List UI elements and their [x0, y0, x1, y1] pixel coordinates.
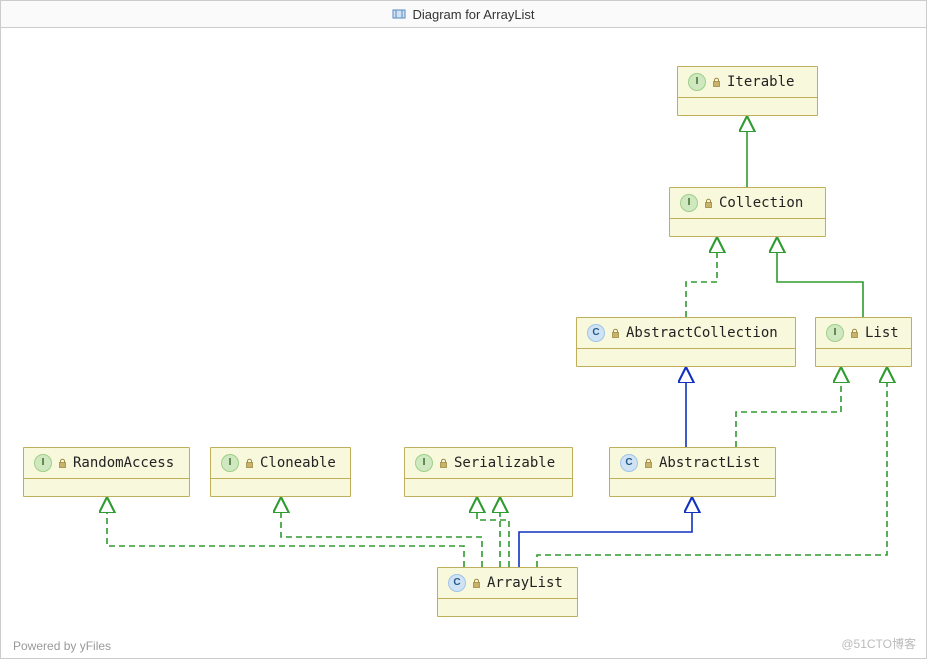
node-label: Cloneable [260, 455, 336, 471]
node-abstractList[interactable]: C AbstractList [609, 447, 776, 497]
node-iterable[interactable]: I Iterable [677, 66, 818, 116]
node-serializable[interactable]: I Serializable [404, 447, 573, 497]
node-list[interactable]: I List [815, 317, 912, 367]
edge-abstractCollection-collection [686, 237, 717, 317]
lock-icon [712, 77, 721, 88]
lock-icon [704, 198, 713, 209]
interface-badge-icon: I [415, 454, 433, 472]
footer-text: Powered by yFiles [13, 639, 111, 653]
edge-abstractList-list [736, 367, 841, 447]
node-collection[interactable]: I Collection [669, 187, 826, 237]
lock-icon [611, 328, 620, 339]
interface-badge-icon: I [221, 454, 239, 472]
edge-arrayList-abstractList [519, 497, 692, 567]
node-label: Collection [719, 195, 803, 211]
node-label: List [865, 325, 899, 341]
node-arrayList[interactable]: C ArrayList [437, 567, 578, 617]
node-label: AbstractList [659, 455, 760, 471]
lock-icon [58, 458, 67, 469]
interface-badge-icon: I [826, 324, 844, 342]
edge-arrayList-randomAccess [107, 497, 464, 567]
lock-icon [472, 578, 481, 589]
node-cloneable[interactable]: I Cloneable [210, 447, 351, 497]
class-badge-icon: C [620, 454, 638, 472]
lock-icon [439, 458, 448, 469]
node-label: RandomAccess [73, 455, 174, 471]
diagram-frame: Diagram for ArrayList I Iterable I Collecti… [0, 0, 927, 659]
edge-arrayList-serializable2 [477, 497, 509, 567]
class-badge-icon: C [587, 324, 605, 342]
node-label: AbstractCollection [626, 325, 778, 341]
edge-list-collection [777, 237, 863, 317]
lock-icon [850, 328, 859, 339]
interface-badge-icon: I [688, 73, 706, 91]
interface-badge-icon: I [34, 454, 52, 472]
node-label: Iterable [727, 74, 794, 90]
interface-badge-icon: I [680, 194, 698, 212]
edge-arrayList-cloneable [281, 497, 482, 567]
diagram-canvas[interactable]: I Iterable I Collection C AbstractCollection I… [1, 27, 926, 659]
lock-icon [644, 458, 653, 469]
diagram-icon [392, 7, 406, 21]
title-bar: Diagram for ArrayList [1, 1, 926, 28]
lock-icon [245, 458, 254, 469]
watermark: @51CTO博客 [841, 635, 916, 652]
node-randomAccess[interactable]: I RandomAccess [23, 447, 190, 497]
node-label: ArrayList [487, 575, 563, 591]
class-badge-icon: C [448, 574, 466, 592]
title-text: Diagram for ArrayList [412, 7, 534, 22]
node-abstractCollection[interactable]: C AbstractCollection [576, 317, 796, 367]
node-label: Serializable [454, 455, 555, 471]
